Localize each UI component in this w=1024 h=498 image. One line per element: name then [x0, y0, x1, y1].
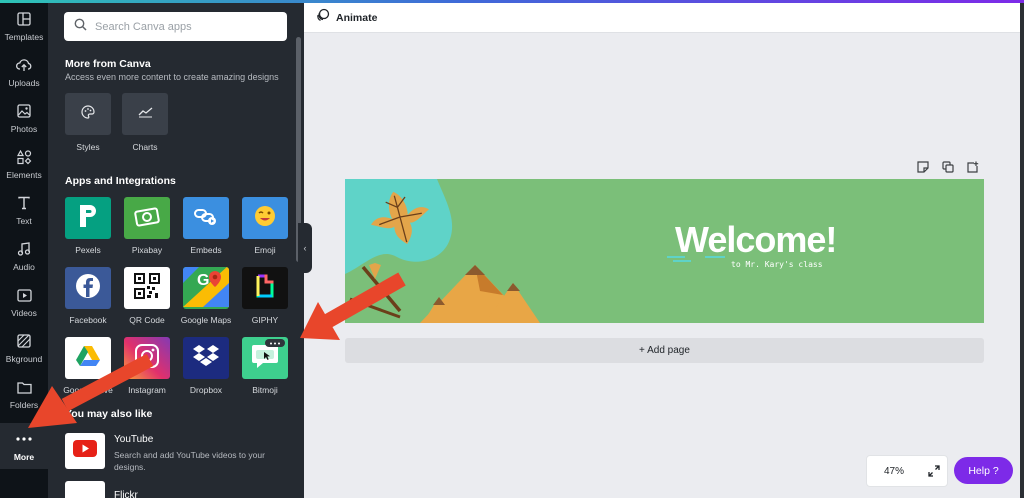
giphy-icon: [255, 273, 275, 304]
more-dots-icon: [15, 430, 33, 448]
search-input[interactable]: [95, 20, 275, 33]
text-icon: [15, 194, 33, 212]
collapse-panel-handle[interactable]: ‹: [298, 223, 312, 273]
rail-item-uploads[interactable]: Uploads: [0, 49, 48, 95]
shapes-icon: [15, 148, 33, 166]
video-icon: [15, 286, 33, 304]
youtube-icon: [73, 440, 97, 462]
rail-label: Videos: [11, 308, 37, 318]
section-title-also-like: You may also like: [65, 408, 153, 420]
instagram-tile[interactable]: [124, 337, 170, 379]
chevron-left-icon: ‹: [303, 243, 307, 253]
rail-item-videos[interactable]: Videos: [0, 279, 48, 325]
image-icon: [15, 102, 33, 120]
emoji-tile[interactable]: [242, 197, 288, 239]
section-subtitle: Access even more content to create amazi…: [65, 72, 279, 82]
rail-item-elements[interactable]: Elements: [0, 141, 48, 187]
giphy-tile[interactable]: [242, 267, 288, 309]
qr-code-icon: [134, 272, 160, 304]
pixabay-tile[interactable]: [124, 197, 170, 239]
charts-label: Charts: [132, 142, 158, 152]
rail-item-background[interactable]: Bkground: [0, 325, 48, 371]
flickr-tile[interactable]: [65, 481, 105, 498]
rail-item-text[interactable]: Text: [0, 187, 48, 233]
rail-label: Uploads: [8, 78, 40, 88]
zoom-control[interactable]: 47%: [866, 455, 948, 487]
design-canvas[interactable]: Welcome! to Mr. Kary's class: [345, 179, 984, 323]
animate-button[interactable]: Animate: [336, 12, 377, 24]
facebook-tile[interactable]: [65, 267, 111, 309]
left-rail: Templates Uploads Photos Elements Text A…: [0, 3, 48, 498]
embeds-icon: [193, 205, 219, 232]
youtube-description: Search and add YouTube videos to your de…: [114, 450, 265, 472]
youtube-title[interactable]: YouTube: [114, 434, 153, 445]
rail-label: Text: [16, 216, 32, 226]
apps-panel: More from Canva Access even more content…: [48, 3, 304, 498]
search-icon: [74, 18, 87, 36]
giphy-label: GIPHY: [251, 315, 279, 325]
page-toolbar: [906, 159, 981, 175]
editor-toolbar: Animate: [304, 3, 1024, 33]
fullscreen-icon[interactable]: [928, 465, 940, 477]
emoji-label: Emoji: [254, 245, 276, 255]
rail-item-folders[interactable]: Folders: [0, 371, 48, 417]
rail-label: Templates: [4, 32, 44, 42]
qr-code-tile[interactable]: [124, 267, 170, 309]
folder-icon: [15, 378, 33, 396]
dropbox-icon: [192, 344, 220, 373]
more-options-icon[interactable]: [265, 339, 285, 347]
window-edge: [1020, 3, 1024, 498]
rail-item-audio[interactable]: Audio: [0, 233, 48, 279]
page-notes-icon[interactable]: [915, 159, 931, 175]
add-page-icon[interactable]: [965, 159, 981, 175]
pixabay-icon: [133, 205, 161, 232]
styles-tile[interactable]: [65, 93, 111, 135]
palette-icon: [81, 104, 95, 124]
svg-text:G: G: [197, 272, 209, 289]
canvas-subtitle[interactable]: to Mr. Kary's class: [731, 260, 823, 269]
line-chart-icon: [138, 105, 153, 123]
rail-item-templates[interactable]: Templates: [0, 3, 48, 49]
flickr-title[interactable]: Flickr: [114, 490, 138, 498]
add-page-button[interactable]: + Add page: [345, 338, 984, 363]
instagram-icon: [134, 343, 160, 374]
canvas-title[interactable]: Welcome!: [675, 219, 837, 261]
google-maps-tile[interactable]: G: [183, 267, 229, 309]
dropbox-tile[interactable]: [183, 337, 229, 379]
animate-icon[interactable]: [316, 8, 330, 27]
embeds-tile[interactable]: [183, 197, 229, 239]
music-note-icon: [15, 240, 33, 258]
upload-cloud-icon: [15, 56, 33, 74]
background-icon: [15, 332, 33, 350]
pexels-tile[interactable]: [65, 197, 111, 239]
google-maps-icon: G: [183, 267, 229, 309]
rail-label: Folders: [9, 400, 39, 410]
bitmoji-label: Bitmoji: [252, 385, 278, 395]
facebook-icon: [75, 273, 101, 304]
rail-item-more[interactable]: More: [0, 423, 48, 469]
duplicate-page-icon[interactable]: [940, 159, 956, 175]
help-button[interactable]: Help ?: [954, 457, 1013, 484]
youtube-tile[interactable]: [65, 433, 105, 469]
section-title-more-from-canva: More from Canva: [65, 58, 151, 70]
zoom-level[interactable]: 47%: [884, 466, 904, 477]
google-drive-icon: [75, 345, 101, 372]
rail-label: More: [13, 452, 35, 462]
rail-item-photos[interactable]: Photos: [0, 95, 48, 141]
rail-label: Elements: [6, 170, 42, 180]
rail-label: Audio: [13, 262, 35, 272]
charts-tile[interactable]: [122, 93, 168, 135]
search-box[interactable]: [64, 12, 287, 41]
canvas-illustration: [345, 179, 725, 323]
templates-icon: [15, 10, 33, 28]
pexels-icon: [77, 203, 99, 234]
bitmoji-tile[interactable]: [242, 337, 288, 379]
section-title-apps: Apps and Integrations: [65, 175, 176, 187]
rail-label: Photos: [10, 124, 38, 134]
emoji-icon: [253, 204, 277, 233]
rail-label: Bkground: [5, 354, 43, 364]
google-drive-tile[interactable]: [65, 337, 111, 379]
